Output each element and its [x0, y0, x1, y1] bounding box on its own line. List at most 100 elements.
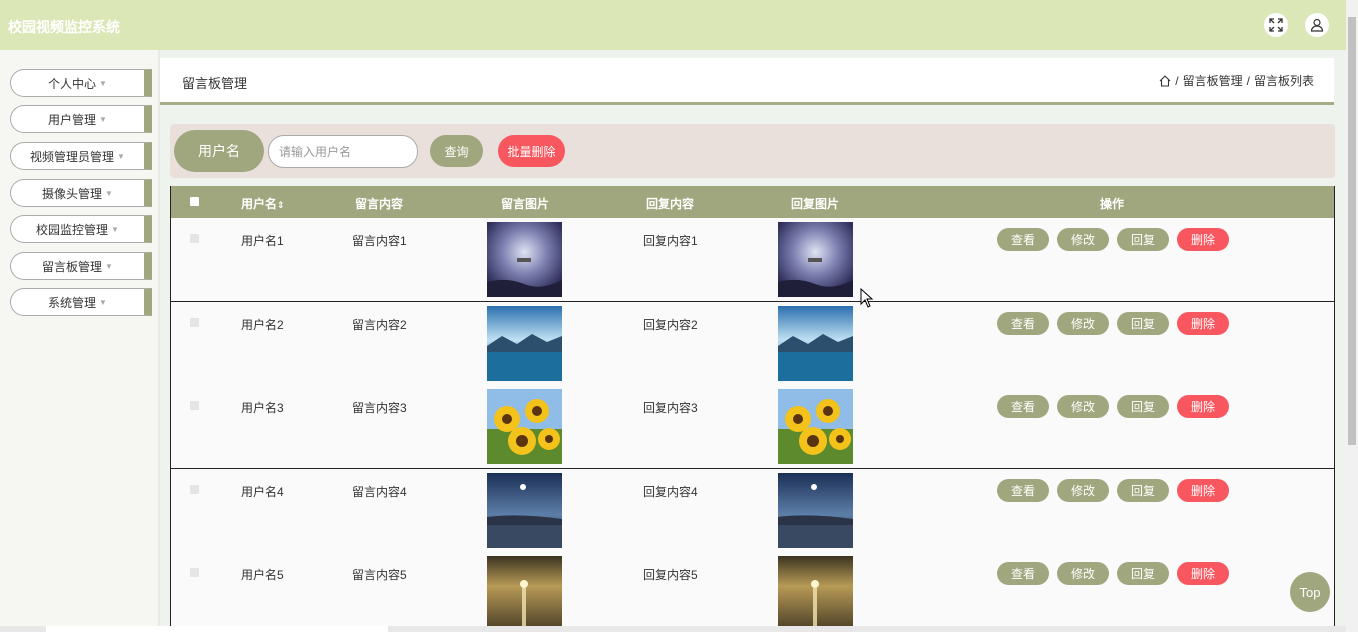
message-image[interactable] — [487, 222, 562, 297]
app-header: 校园视频监控系统 — [0, 0, 1358, 50]
column-header-reply-image: 回复图片 — [791, 197, 840, 211]
breadcrumb-item: 留言板列表 — [1253, 74, 1314, 88]
row-checkbox[interactable] — [190, 317, 199, 327]
edit-button[interactable]: 修改 — [1057, 311, 1109, 335]
search-label: 用户名 — [174, 130, 264, 172]
message-image[interactable] — [487, 389, 562, 464]
cell-username: 用户名5 — [241, 568, 284, 582]
row-actions: 查看 修改 回复 删除 — [997, 395, 1229, 418]
table-header: 用户名⇕ 留言内容 留言图片 回复内容 回复图片 操作 — [171, 186, 1334, 218]
reply-button[interactable]: 回复 — [1117, 478, 1169, 502]
delete-button[interactable]: 删除 — [1177, 478, 1229, 502]
horizontal-scrollbar[interactable] — [0, 626, 1346, 632]
row-actions: 查看 修改 回复 删除 — [997, 478, 1229, 502]
sidebar-item-system-management[interactable]: 系统管理 ▼ — [10, 288, 152, 316]
row-checkbox[interactable] — [190, 234, 199, 243]
view-button[interactable]: 查看 — [997, 311, 1049, 335]
edit-button[interactable]: 修改 — [1057, 395, 1109, 418]
column-header-username[interactable]: 用户名⇕ — [241, 195, 285, 212]
home-icon[interactable] — [1159, 74, 1171, 87]
scrollbar-thumb[interactable] — [1348, 17, 1356, 445]
cell-content: 留言内容3 — [352, 401, 407, 415]
cell-reply: 回复内容5 — [643, 568, 698, 582]
sidebar-item-personal-center[interactable]: 个人中心 ▼ — [10, 69, 152, 97]
column-header-actions: 操作 — [1100, 197, 1125, 211]
sidebar-item-camera-management[interactable]: 摄像头管理 ▼ — [10, 179, 152, 207]
reply-image[interactable] — [778, 305, 853, 381]
user-button[interactable] — [1305, 13, 1329, 37]
message-image[interactable] — [487, 305, 562, 381]
reply-button[interactable]: 回复 — [1117, 311, 1169, 335]
delete-button[interactable]: 删除 — [1177, 311, 1229, 335]
cell-content: 留言内容5 — [352, 568, 407, 582]
batch-delete-button[interactable]: 批量删除 — [498, 135, 565, 167]
column-header-image: 留言图片 — [501, 197, 550, 211]
reply-image[interactable] — [778, 556, 853, 631]
view-button[interactable]: 查看 — [997, 395, 1049, 418]
fullscreen-button[interactable] — [1264, 13, 1288, 37]
cell-reply: 回复内容4 — [643, 484, 698, 499]
message-image[interactable] — [487, 556, 562, 631]
table-row: 用户名2 留言内容2 回复内容2 查看 修改 回复 删除 — [171, 301, 1334, 386]
delete-button[interactable]: 删除 — [1177, 562, 1229, 585]
table-row: 用户名5 留言内容5 回复内容5 查看 修改 回复 删除 — [171, 552, 1334, 632]
sidebar-item-label: 系统管理 — [48, 295, 97, 310]
row-checkbox[interactable] — [190, 568, 199, 577]
chevron-down-icon: ▼ — [99, 78, 107, 88]
cell-reply: 回复内容1 — [643, 234, 698, 248]
query-button[interactable]: 查询 — [430, 135, 483, 167]
row-actions: 查看 修改 回复 删除 — [997, 311, 1229, 335]
view-button[interactable]: 查看 — [997, 228, 1049, 251]
breadcrumb-item[interactable]: 留言板管理 — [1183, 72, 1243, 89]
sidebar-item-label: 用户管理 — [48, 112, 97, 127]
app-title: 校园视频监控系统 — [8, 19, 120, 35]
search-bar: 用户名 查询 批量删除 — [170, 124, 1335, 178]
cell-content: 留言内容1 — [352, 234, 407, 248]
message-table: 用户名⇕ 留言内容 留言图片 回复内容 回复图片 操作 用户名1 留言内容1 回… — [170, 186, 1335, 632]
cell-username: 用户名2 — [241, 317, 284, 332]
cursor-icon — [860, 288, 874, 308]
cell-username: 用户名1 — [241, 234, 284, 248]
sidebar-item-label: 个人中心 — [48, 76, 97, 91]
reply-image[interactable] — [778, 222, 853, 297]
sidebar-item-label: 视频管理员管理 — [30, 149, 115, 164]
table-row: 用户名3 留言内容3 回复内容3 查看 修改 回复 删除 — [171, 385, 1334, 469]
reply-image[interactable] — [778, 472, 853, 548]
main-content: 留言板管理 / 留言板管理 / 留言板列表 用户名 查询 批量删除 用户名⇕ 留… — [160, 58, 1346, 632]
sidebar-item-video-admin-management[interactable]: 视频管理员管理 ▼ — [10, 142, 152, 170]
scrollbar-thumb[interactable] — [46, 626, 388, 632]
cell-reply: 回复内容3 — [643, 401, 698, 415]
reply-button[interactable]: 回复 — [1117, 562, 1169, 585]
message-image[interactable] — [487, 472, 562, 548]
page-title: 留言板管理 — [182, 76, 248, 91]
reply-button[interactable]: 回复 — [1117, 395, 1169, 418]
back-to-top-button[interactable]: Top — [1290, 572, 1330, 612]
row-actions: 查看 修改 回复 删除 — [997, 228, 1229, 251]
vertical-scrollbar[interactable] — [1346, 0, 1358, 632]
row-checkbox[interactable] — [190, 401, 199, 410]
chevron-down-icon: ▼ — [99, 114, 107, 124]
page-header: 留言板管理 / 留言板管理 / 留言板列表 — [160, 58, 1334, 105]
user-icon — [1310, 18, 1324, 32]
search-input[interactable] — [268, 135, 418, 168]
sidebar-item-user-management[interactable]: 用户管理 ▼ — [10, 105, 152, 133]
row-checkbox[interactable] — [190, 484, 199, 494]
chevron-down-icon: ▼ — [111, 224, 119, 234]
sidebar-item-campus-monitoring[interactable]: 校园监控管理 ▼ — [10, 215, 152, 243]
view-button[interactable]: 查看 — [997, 478, 1049, 502]
sidebar-item-message-board[interactable]: 留言板管理 ▼ — [10, 252, 152, 280]
select-all-checkbox[interactable] — [190, 197, 199, 206]
reply-button[interactable]: 回复 — [1117, 228, 1169, 251]
sort-icon[interactable]: ⇕ — [277, 200, 285, 210]
column-header-reply: 回复内容 — [646, 197, 695, 211]
reply-image[interactable] — [778, 389, 853, 464]
edit-button[interactable]: 修改 — [1057, 562, 1109, 585]
delete-button[interactable]: 删除 — [1177, 228, 1229, 251]
table-row: 用户名1 留言内容1 回复内容1 查看 修改 回复 删除 — [171, 218, 1334, 302]
delete-button[interactable]: 删除 — [1177, 395, 1229, 418]
view-button[interactable]: 查看 — [997, 562, 1049, 585]
breadcrumb: / 留言板管理 / 留言板列表 — [1159, 72, 1314, 89]
edit-button[interactable]: 修改 — [1057, 478, 1109, 502]
edit-button[interactable]: 修改 — [1057, 228, 1109, 251]
chevron-down-icon: ▼ — [105, 188, 113, 198]
